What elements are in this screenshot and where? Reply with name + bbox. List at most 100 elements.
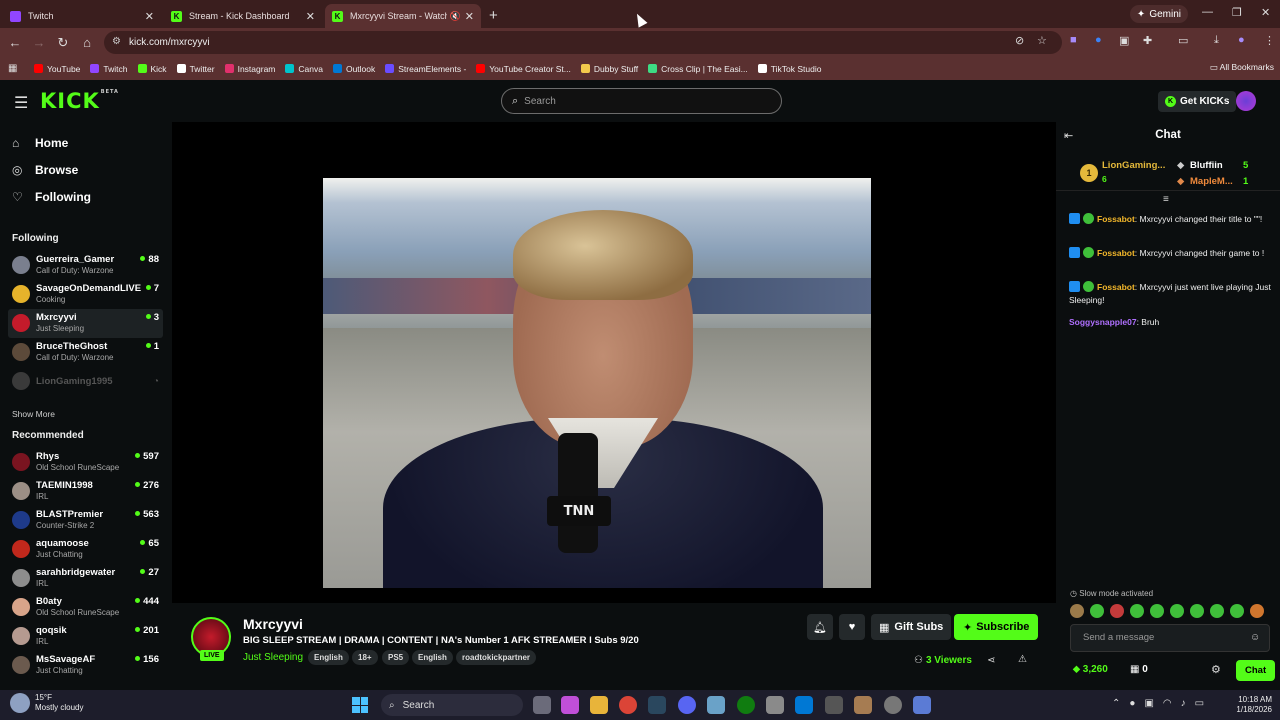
send-chat-button[interactable]: Chat — [1236, 660, 1276, 681]
emote-icon[interactable] — [1190, 604, 1204, 618]
chat-settings-gear-icon[interactable]: ⚙ — [1211, 663, 1221, 676]
stream-category-link[interactable]: Just Sleeping — [243, 652, 303, 663]
subscribe-button[interactable]: ✦ Subscribe — [954, 614, 1039, 640]
minimize-icon[interactable]: — — [1202, 6, 1213, 18]
video-player[interactable]: TNN — [172, 122, 1056, 603]
side-panel-icon[interactable]: ▭ — [1178, 34, 1188, 47]
app-icon[interactable] — [854, 696, 872, 714]
video-frame[interactable]: TNN — [323, 178, 871, 588]
bookmark-star-icon[interactable]: ☆ — [1037, 34, 1047, 47]
tab-kick-dashboard[interactable]: K Stream - Kick Dashboard ✕ — [164, 4, 322, 28]
home-page-icon[interactable]: ⌂ — [75, 35, 99, 50]
follow-heart-button[interactable]: ♥ — [839, 614, 865, 640]
sidebar-item-following[interactable]: ♡ Following — [12, 190, 91, 204]
report-warning-icon[interactable]: ⚠ — [1018, 654, 1027, 665]
tab-mxrcyyvi-stream[interactable]: K Mxrcyyvi Stream - Watch Li 🔇 ✕ — [325, 4, 481, 28]
channel-savageondemandlive[interactable]: SavageOnDemandLIVE Cooking 7 — [8, 280, 163, 309]
emote-icon[interactable] — [1210, 604, 1224, 618]
get-kicks-button[interactable]: K Get KICKs — [1158, 91, 1237, 112]
emote-icon[interactable] — [1250, 604, 1264, 618]
steam-icon[interactable] — [648, 696, 666, 714]
gemini-button[interactable]: ✦ Gemini — [1129, 5, 1188, 23]
bookmark-streamelements[interactable]: StreamElements - — [385, 64, 466, 74]
windows-start-icon[interactable] — [352, 697, 368, 713]
weather-widget[interactable]: 15°F Mostly cloudy — [10, 693, 83, 713]
leaderboard-name-2[interactable]: Bluffiin — [1190, 160, 1223, 171]
tray-app-icon[interactable]: ▣ — [1144, 698, 1153, 709]
close-window-icon[interactable]: ✕ — [1261, 6, 1270, 19]
site-info-icon[interactable]: ⚙ — [112, 36, 121, 47]
all-bookmarks-folder[interactable]: ▭ All Bookmarks — [1210, 62, 1274, 73]
emote-icon[interactable] — [1150, 604, 1164, 618]
channel-rhys[interactable]: Rhys Old School RuneScape 597 — [8, 448, 163, 477]
bookmark-dubby-stuff[interactable]: Dubby Stuff — [580, 64, 638, 74]
user-avatar[interactable] — [1236, 91, 1256, 111]
store-icon[interactable] — [766, 696, 784, 714]
download-icon[interactable]: ⤓ — [1214, 34, 1219, 47]
photos-icon[interactable] — [707, 696, 725, 714]
bookmark-twitter[interactable]: Twitter — [176, 64, 215, 74]
emote-icon[interactable] — [1110, 604, 1124, 618]
leaderboard-name-1[interactable]: LionGaming... — [1102, 160, 1165, 171]
channel-brucetheghost[interactable]: BruceTheGhost Call of Duty: Warzone 1 — [8, 338, 163, 367]
channel-guerreira-gamer[interactable]: Guerreira_Gamer Call of Duty: Warzone 88 — [8, 251, 163, 280]
volume-icon[interactable]: ♪ — [1181, 698, 1186, 709]
emote-icon[interactable] — [1090, 604, 1104, 618]
channel-blastpremier[interactable]: BLASTPremier Counter-Strike 2 563 — [8, 506, 163, 535]
reload-icon[interactable]: ↻ — [51, 35, 75, 51]
eye-off-icon[interactable]: ⊘ — [1015, 34, 1024, 47]
channel-mxrcyyvi[interactable]: Mxrcyyvi Just Sleeping 3 — [8, 309, 163, 338]
close-tab-icon[interactable]: ✕ — [145, 10, 154, 23]
bookmark-twitch[interactable]: Twitch — [90, 64, 128, 74]
bookmark-kick[interactable]: Kick — [137, 64, 167, 74]
kick-logo[interactable]: KICKBETA — [40, 89, 119, 113]
gifts-balance[interactable]: ▦ 0 — [1130, 664, 1148, 675]
emote-icon[interactable] — [1170, 604, 1184, 618]
chevron-up-icon[interactable]: ⌃ — [1112, 698, 1120, 709]
channel-b0aty[interactable]: B0aty Old School RuneScape 444 — [8, 593, 163, 622]
extension-blue-icon[interactable]: ● — [1095, 34, 1102, 46]
bookmark-cross-clip[interactable]: Cross Clip | The Easi... — [648, 64, 748, 74]
forward-icon[interactable]: → — [27, 35, 51, 50]
bookmark-outlook[interactable]: Outlook — [332, 64, 375, 74]
tag-ps5[interactable]: PS5 — [382, 650, 410, 665]
outlook-icon[interactable] — [795, 696, 813, 714]
sidebar-item-home[interactable]: ⌂ Home — [12, 136, 68, 150]
leaderboard-name-3[interactable]: MapleM... — [1190, 176, 1233, 187]
share-icon[interactable]: ⋖ — [987, 655, 995, 666]
bookmark-instagram[interactable]: Instagram — [224, 64, 275, 74]
emote-icon[interactable] — [1230, 604, 1244, 618]
apps-grid-icon[interactable]: ▦ — [8, 63, 20, 74]
tray-app-icon[interactable]: ● — [1129, 698, 1135, 709]
extension-twitch-icon[interactable]: ■ — [1070, 34, 1077, 46]
new-tab-icon[interactable]: + — [489, 4, 498, 28]
taskbar-search[interactable]: ⌕ Search — [381, 694, 523, 716]
discord-icon[interactable] — [678, 696, 696, 714]
channel-mssavageaf[interactable]: MsSavageAF Just Chatting 156 — [8, 651, 163, 680]
file-explorer-icon[interactable] — [590, 696, 608, 714]
bookmark-youtube[interactable]: YouTube — [34, 64, 80, 74]
bookmark-canva[interactable]: Canva — [285, 64, 323, 74]
mute-tab-icon[interactable]: 🔇 — [450, 11, 461, 22]
tag-english-2[interactable]: English — [412, 650, 453, 665]
menu-kebab-icon[interactable]: ⋮ — [1264, 34, 1275, 47]
close-tab-icon[interactable]: ✕ — [306, 10, 315, 23]
channel-qoqsik[interactable]: qoqsik IRL 201 — [8, 622, 163, 651]
chat-message-input[interactable]: Send a message — [1070, 624, 1270, 652]
emoji-picker-icon[interactable]: ☺ — [1250, 632, 1260, 643]
expand-leaderboard-icon[interactable]: ≡ — [1163, 194, 1169, 205]
bookmark-tiktok-studio[interactable]: TikTok Studio — [757, 64, 821, 74]
extension-save-icon[interactable]: ▣ — [1119, 34, 1129, 47]
channel-aquamoose[interactable]: aquamoose Just Chatting 65 — [8, 535, 163, 564]
emote-icon[interactable] — [1130, 604, 1144, 618]
copilot-icon[interactable] — [561, 696, 579, 714]
wifi-icon[interactable]: ◠ — [1163, 698, 1172, 709]
app-icon[interactable] — [825, 696, 843, 714]
xbox-icon[interactable] — [737, 696, 755, 714]
tag-roadtokickpartner[interactable]: roadtokickpartner — [456, 650, 537, 665]
extensions-puzzle-icon[interactable]: ✚ — [1143, 34, 1152, 47]
profile-icon[interactable]: ● — [1238, 34, 1245, 46]
hamburger-menu-icon[interactable]: ☰ — [14, 93, 28, 113]
url-field[interactable]: ⚙ kick.com/mxrcyyvi — [104, 31, 1062, 54]
tag-english[interactable]: English — [308, 650, 349, 665]
